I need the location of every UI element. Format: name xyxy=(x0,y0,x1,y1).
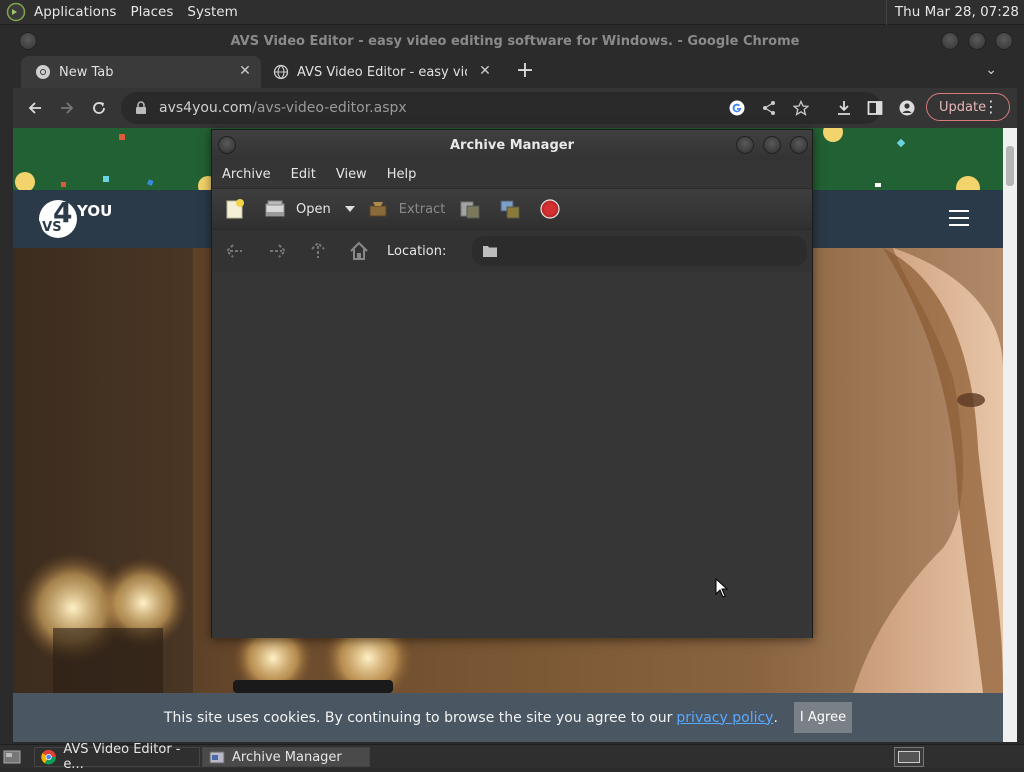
up-arrow-icon[interactable] xyxy=(307,240,329,262)
archive-manager-icon xyxy=(209,751,225,764)
system-logo-icon[interactable] xyxy=(6,2,26,22)
share-icon[interactable] xyxy=(761,100,777,116)
open-archive-icon[interactable] xyxy=(264,198,286,220)
url-text[interactable]: avs4you.com/avs-video-editor.aspx xyxy=(159,100,407,116)
archive-menubar: Archive Edit View Help xyxy=(212,160,812,188)
open-dropdown-icon[interactable] xyxy=(344,204,355,214)
update-button[interactable]: Update ⋮ xyxy=(926,93,1010,121)
lock-icon[interactable] xyxy=(135,101,147,115)
tab-close-icon[interactable]: ✕ xyxy=(477,63,493,79)
maximize-button[interactable] xyxy=(763,136,781,154)
hamburger-menu-icon[interactable] xyxy=(949,210,969,226)
page-scrollbar[interactable] xyxy=(1003,128,1017,742)
privacy-policy-link[interactable]: privacy policy xyxy=(676,710,773,726)
location-bar: Location: xyxy=(212,230,812,272)
menu-view[interactable]: View xyxy=(326,167,377,182)
folder-icon xyxy=(483,246,497,257)
download-icon[interactable] xyxy=(836,100,852,116)
star-bookmark-icon[interactable] xyxy=(793,100,809,116)
archive-toolbar: Open Extract xyxy=(212,188,812,230)
menu-applications[interactable]: Applications xyxy=(27,0,123,25)
google-icon[interactable] xyxy=(729,100,745,116)
taskbar-item-chrome[interactable]: AVS Video Editor - e... xyxy=(34,742,200,772)
tab-avs-video-editor[interactable]: AVS Video Editor - easy video ✕ xyxy=(261,56,501,88)
menu-system[interactable]: System xyxy=(180,0,244,25)
chrome-toolbar: avs4you.com/avs-video-editor.aspx Update… xyxy=(13,88,1017,128)
open-button[interactable]: Open xyxy=(296,202,331,217)
panel-clock[interactable]: Thu Mar 28, 07:28 xyxy=(885,0,1019,25)
address-bar[interactable]: avs4you.com/avs-video-editor.aspx xyxy=(121,92,881,124)
close-window-button[interactable] xyxy=(995,32,1013,50)
reload-icon[interactable] xyxy=(85,94,113,122)
minimize-button[interactable] xyxy=(736,136,754,154)
cookie-consent-bar: This site uses cookies. By continuing to… xyxy=(13,693,1003,742)
window-menu-button[interactable] xyxy=(218,136,236,154)
cookie-text-period: . xyxy=(773,709,778,726)
cookie-text: This site uses cookies. By continuing to… xyxy=(163,709,673,726)
close-window-button[interactable] xyxy=(790,136,808,154)
archive-titlebar[interactable]: Archive Manager xyxy=(212,130,812,160)
add-folder-icon[interactable] xyxy=(499,198,521,220)
profile-avatar-icon[interactable] xyxy=(899,100,915,116)
add-files-icon[interactable] xyxy=(459,198,481,220)
maximize-button[interactable] xyxy=(968,32,986,50)
tab-new-tab[interactable]: New Tab ✕ xyxy=(21,56,261,88)
taskbar-label: Archive Manager xyxy=(232,749,342,765)
workspace-switcher[interactable] xyxy=(894,747,924,767)
tab-strip: New Tab ✕ AVS Video Editor - easy video … xyxy=(13,56,1017,88)
extract-button[interactable]: Extract xyxy=(399,202,446,217)
back-arrow-icon[interactable] xyxy=(224,240,246,262)
tab-label: New Tab xyxy=(59,64,114,80)
menu-edit[interactable]: Edit xyxy=(281,167,326,182)
more-menu-icon[interactable]: ⋮ xyxy=(983,97,999,117)
forward-arrow-icon[interactable] xyxy=(266,240,288,262)
new-archive-icon[interactable] xyxy=(224,198,246,220)
tab-close-icon[interactable]: ✕ xyxy=(237,63,253,79)
tab-label: AVS Video Editor - easy video xyxy=(297,64,467,80)
side-panel-icon[interactable] xyxy=(867,100,883,116)
window-menu-button[interactable] xyxy=(19,32,37,50)
new-tab-plus-icon[interactable]: + xyxy=(513,60,537,84)
archive-title: Archive Manager xyxy=(450,137,574,153)
top-panel: Applications Places System Thu Mar 28, 0… xyxy=(0,0,1024,25)
stop-icon[interactable] xyxy=(539,198,561,220)
chrome-icon xyxy=(41,749,56,765)
bottom-taskbar: AVS Video Editor - e... Archive Manager xyxy=(0,742,1024,772)
location-field[interactable] xyxy=(472,236,807,266)
show-desktop-icon[interactable] xyxy=(3,749,21,765)
taskbar-item-archive-manager[interactable]: Archive Manager xyxy=(202,747,370,767)
i-agree-button[interactable]: I Agree xyxy=(793,702,853,733)
menu-places[interactable]: Places xyxy=(123,0,180,25)
minimize-button[interactable] xyxy=(941,32,959,50)
menu-archive[interactable]: Archive xyxy=(212,167,281,182)
globe-icon xyxy=(273,64,289,80)
extract-icon[interactable] xyxy=(367,198,389,220)
forward-arrow-icon[interactable] xyxy=(53,94,81,122)
archive-manager-window: Archive Manager Archive Edit View Help O… xyxy=(211,129,813,638)
location-label: Location: xyxy=(387,243,447,259)
scrollbar-thumb[interactable] xyxy=(1006,146,1014,186)
chrome-icon xyxy=(36,65,50,79)
chrome-titlebar[interactable]: AVS Video Editor - easy video editing so… xyxy=(13,26,1017,56)
avs4you-logo[interactable]: 4 YOU AVS xyxy=(33,196,113,242)
back-arrow-icon[interactable] xyxy=(21,94,49,122)
mouse-cursor-icon xyxy=(715,578,729,598)
chrome-window-title: AVS Video Editor - easy video editing so… xyxy=(230,33,800,49)
menu-help[interactable]: Help xyxy=(377,167,427,182)
chevron-down-icon[interactable]: ⌄ xyxy=(985,62,997,78)
home-icon[interactable] xyxy=(348,240,370,262)
update-label: Update xyxy=(939,99,987,115)
